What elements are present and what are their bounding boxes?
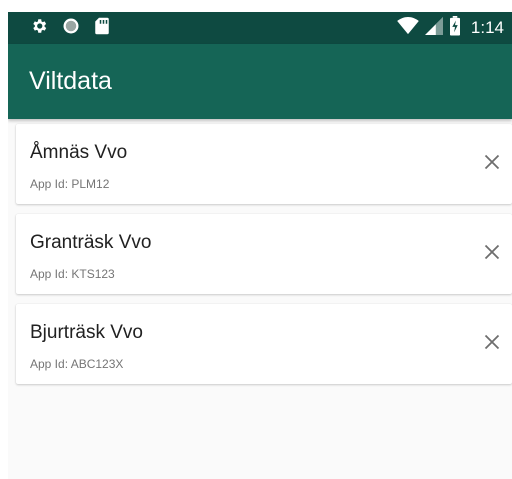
item-app-id: App Id: PLM12 [30, 177, 110, 191]
app-title: Viltdata [29, 67, 112, 95]
settings-icon [30, 17, 48, 40]
remove-button[interactable] [478, 328, 506, 356]
list-item[interactable]: Granträsk Vvo App Id: KTS123 [16, 214, 512, 294]
circle-icon [62, 17, 80, 40]
app-bar: Viltdata [8, 44, 512, 119]
signal-icon [424, 16, 443, 40]
close-icon [484, 244, 500, 260]
app-screen: 1:14 Viltdata Åmnäs Vvo App Id: PLM12 Gr… [8, 12, 512, 479]
list-item[interactable]: Åmnäs Vvo App Id: PLM12 [16, 124, 512, 204]
item-name: Åmnäs Vvo [30, 142, 128, 163]
wifi-icon [397, 16, 419, 40]
item-name: Granträsk Vvo [30, 232, 152, 253]
status-bar: 1:14 [8, 12, 512, 44]
item-app-id: App Id: KTS123 [30, 267, 115, 281]
area-list: Åmnäs Vvo App Id: PLM12 Granträsk Vvo Ap… [8, 119, 512, 384]
close-icon [484, 154, 500, 170]
sd-card-icon [94, 17, 110, 40]
close-icon [484, 334, 500, 350]
status-time: 1:14 [470, 18, 504, 37]
remove-button[interactable] [478, 148, 506, 176]
remove-button[interactable] [478, 238, 506, 266]
item-app-id: App Id: ABC123X [30, 357, 124, 371]
battery-charging-icon [449, 15, 461, 41]
list-item[interactable]: Bjurträsk Vvo App Id: ABC123X [16, 304, 512, 384]
item-name: Bjurträsk Vvo [30, 322, 143, 343]
